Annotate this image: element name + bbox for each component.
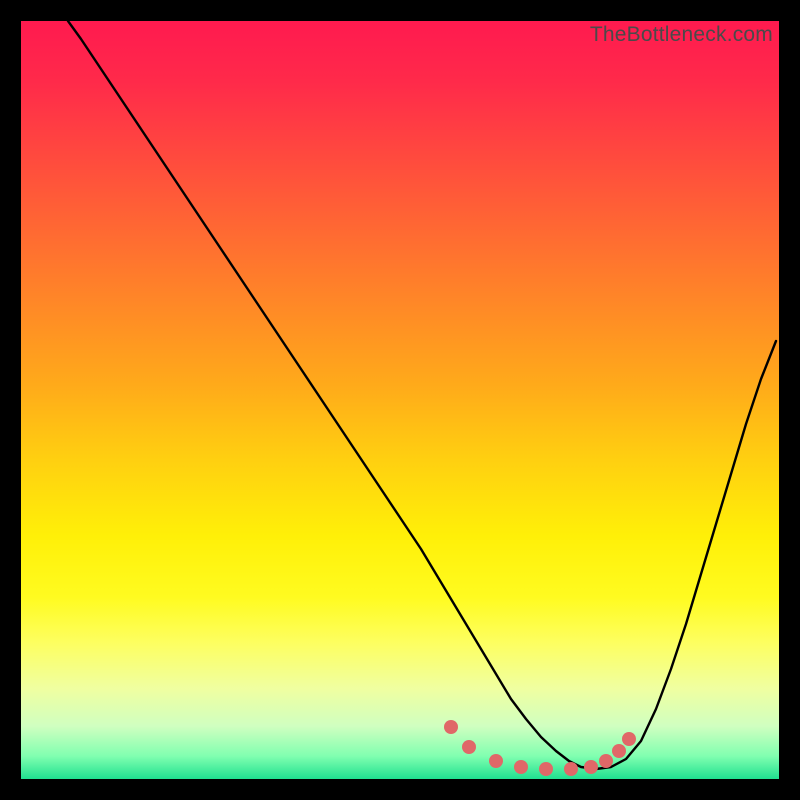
- plot-area: TheBottleneck.com: [21, 21, 779, 779]
- marker-dot: [462, 740, 476, 754]
- outer-frame: TheBottleneck.com: [0, 0, 800, 800]
- marker-group: [444, 720, 636, 776]
- marker-dot: [489, 754, 503, 768]
- marker-dot: [599, 754, 613, 768]
- marker-dot: [444, 720, 458, 734]
- marker-dot: [584, 760, 598, 774]
- marker-dot: [622, 732, 636, 746]
- bottleneck-curve: [68, 21, 776, 769]
- marker-dot: [539, 762, 553, 776]
- marker-dot: [612, 744, 626, 758]
- marker-dot: [564, 762, 578, 776]
- curve-layer: [21, 21, 779, 779]
- marker-dot: [514, 760, 528, 774]
